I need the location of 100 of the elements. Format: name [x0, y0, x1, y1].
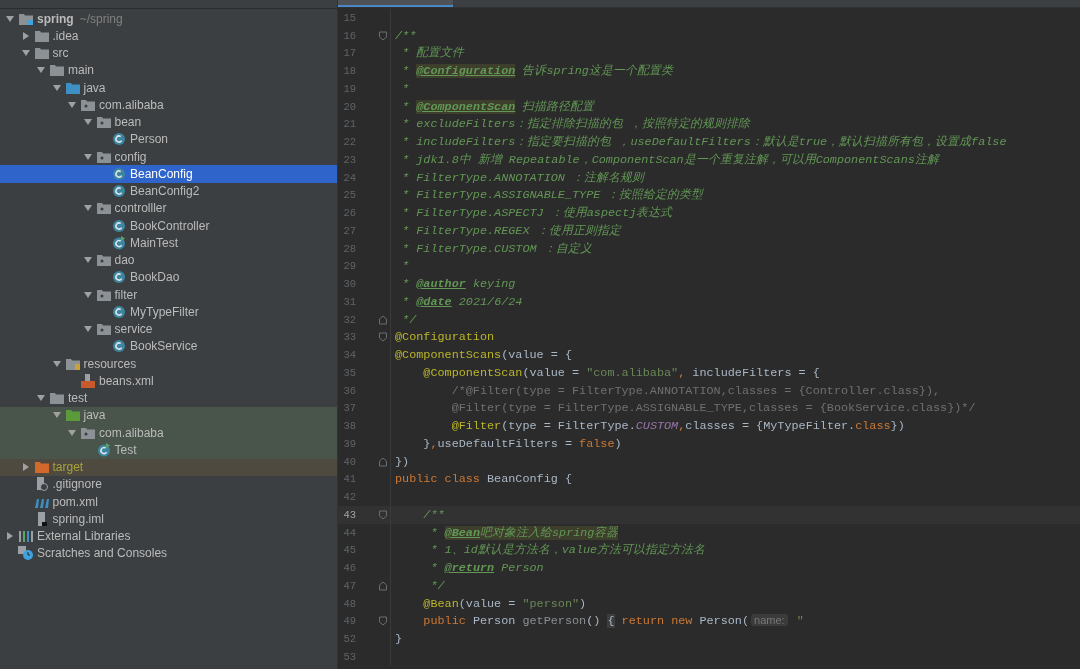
line-number: 30	[342, 278, 356, 291]
line-number: 38	[342, 420, 356, 433]
code-line: *	[401, 259, 410, 274]
tree-item-label[interactable]: MainTest	[130, 235, 179, 250]
code-line: @Filter(type = FilterType.ASSIGNABLE_TYPE,classes = {BookService.class})*/	[450, 401, 976, 416]
tree-item-label[interactable]: BeanConfig2	[130, 184, 200, 199]
tree-item-label[interactable]: bean	[114, 115, 142, 130]
collapse-arrow-icon[interactable]	[50, 82, 63, 93]
code-line: public Person getPerson() { return new Person( name: "	[422, 614, 804, 629]
tree-item-label[interactable]: config	[114, 149, 147, 164]
tree-item-label[interactable]: dao	[114, 253, 135, 268]
tree-item-label[interactable]: test	[68, 391, 88, 406]
line-number: 49	[342, 615, 356, 628]
line-number: 31	[342, 295, 356, 308]
code-line: })	[394, 454, 410, 469]
package-icon	[80, 425, 96, 440]
line-number: 32	[342, 313, 356, 326]
tree-item-label[interactable]: .idea	[52, 28, 79, 43]
tree-item-label[interactable]: java	[83, 80, 106, 95]
package-icon	[95, 287, 112, 302]
line-number: 43	[342, 508, 356, 521]
code-line: * 配置文件	[401, 45, 465, 62]
code-line: * 1、id默认是方法名，value方法可以指定方法名	[429, 542, 706, 559]
libraries-icon	[18, 529, 34, 544]
tree-item-label[interactable]: spring	[37, 11, 74, 26]
tree-item-label[interactable]: Person	[130, 132, 169, 147]
tree-item-label[interactable]: service	[114, 322, 153, 337]
fold-icon[interactable]	[378, 331, 388, 344]
fold-icon[interactable]	[378, 615, 388, 628]
tree-item-label[interactable]: External Libraries	[37, 529, 131, 544]
collapse-arrow-icon[interactable]	[81, 289, 94, 300]
line-number: 44	[342, 526, 356, 539]
code-line: * FilterType.REGEX ：使用正则指定	[401, 222, 621, 239]
tree-item-label[interactable]: main	[68, 63, 94, 78]
tree-item-label[interactable]: BookDao	[130, 270, 180, 285]
tree-item-label[interactable]: BookService	[130, 339, 198, 354]
tree-item-label[interactable]: BeanConfig	[130, 166, 193, 181]
folder-icon	[33, 46, 50, 61]
line-number: 33	[342, 331, 356, 344]
line-number: 23	[342, 153, 356, 166]
code-line: *	[401, 81, 410, 96]
collapse-arrow-icon[interactable]	[66, 99, 78, 110]
fold-icon[interactable]	[378, 29, 388, 42]
package-icon	[95, 201, 112, 216]
code-line: @ComponentScan(value = "com.alibaba", includeFilters = {	[422, 365, 820, 380]
code-line: }	[394, 632, 403, 647]
code-line: * FilterType.CUSTOM ：自定义	[401, 240, 592, 257]
fold-end-icon[interactable]	[378, 579, 388, 592]
tree-item-label[interactable]: java	[83, 408, 106, 423]
code-line: * @return Person	[429, 561, 544, 576]
collapse-arrow-icon[interactable]	[4, 13, 16, 24]
code-line: * FilterType.ASSIGNABLE_TYPE ：按照给定的类型	[401, 187, 704, 204]
tree-item-label[interactable]: Test	[114, 442, 137, 457]
tree-item-label[interactable]: com.alibaba	[99, 425, 164, 440]
code-line: * excludeFilters：指定排除扫描的包 ，按照特定的规则排除	[401, 116, 751, 133]
line-number: 35	[342, 366, 356, 379]
tree-item-label[interactable]: resources	[83, 356, 137, 371]
tree-item-label[interactable]: target	[52, 460, 84, 475]
tree-item-label[interactable]: beans.xml	[99, 373, 154, 388]
package-icon	[95, 115, 112, 130]
tree-item-label[interactable]: controlller	[114, 201, 167, 216]
line-number: 39	[342, 437, 356, 450]
folder-icon	[49, 63, 65, 78]
tree-item-label[interactable]: pom.xml	[52, 494, 98, 509]
runnable-class-icon	[111, 235, 127, 250]
code-line: * @ComponentScan 扫描路径配置	[401, 98, 595, 115]
tree-item-label[interactable]: MyTypeFilter	[130, 304, 199, 319]
tree-item-label[interactable]: com.alibaba	[99, 97, 164, 112]
code-line: @ComponentScans(value = {	[394, 348, 572, 363]
folder-icon	[33, 28, 50, 43]
code-line: * @date 2021/6/24	[401, 294, 523, 309]
module-folder-icon	[18, 11, 34, 26]
line-number: 27	[342, 224, 356, 237]
tree-item-label[interactable]: Scratches and Consoles	[37, 546, 168, 561]
code-line: /**	[422, 507, 445, 522]
scratches-icon	[18, 546, 34, 561]
code-line: @Bean(value = "person")	[422, 596, 587, 611]
line-number: 40	[342, 455, 356, 468]
line-number: 47	[342, 579, 356, 592]
tree-item-label[interactable]: filter	[114, 287, 138, 302]
class-icon	[111, 166, 127, 181]
code-line: * includeFilters：指定要扫描的包 ，useDefaultFilters：默认是true，默认扫描所有包，设置成false	[401, 134, 1007, 151]
class-icon	[111, 304, 127, 319]
fold-end-icon[interactable]	[378, 455, 388, 468]
editor-tab[interactable]	[338, 0, 453, 7]
fold-icon[interactable]	[378, 508, 388, 521]
line-number: 17	[342, 47, 356, 60]
tree-item-label[interactable]: BookController	[130, 218, 210, 233]
collapse-arrow-icon[interactable]	[50, 358, 63, 369]
collapse-arrow-icon[interactable]	[81, 151, 94, 162]
collapse-arrow-icon[interactable]	[66, 427, 78, 438]
line-number: 48	[342, 597, 356, 610]
tree-item-label[interactable]: spring.iml	[52, 511, 104, 526]
fold-end-icon[interactable]	[378, 313, 388, 326]
project-path: ~/spring	[79, 11, 123, 26]
tree-item-label[interactable]: src	[52, 46, 69, 61]
class-icon	[111, 132, 127, 147]
code-line: * FilterType.ANNOTATION ：注解名规则	[401, 169, 644, 186]
tree-item-label[interactable]: .gitignore	[52, 477, 102, 492]
line-number: 46	[342, 562, 356, 575]
